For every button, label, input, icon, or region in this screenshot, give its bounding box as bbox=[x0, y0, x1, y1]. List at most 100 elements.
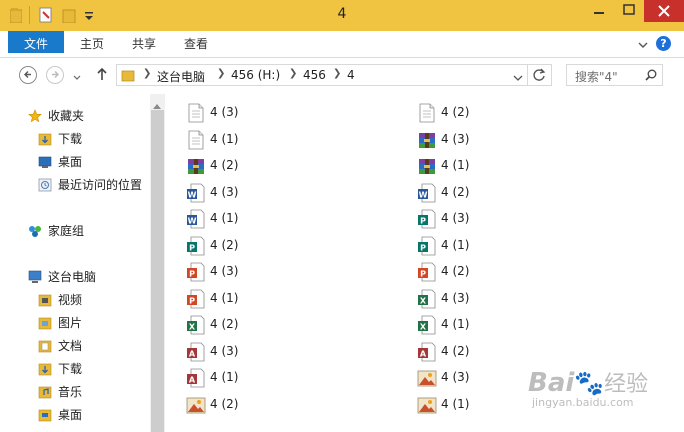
file-item[interactable]: P 4 (2) bbox=[417, 261, 537, 283]
nav-label: 视频 bbox=[58, 293, 83, 307]
watermark-brand: Bai bbox=[528, 368, 575, 398]
file-item[interactable]: 4 (2) bbox=[417, 102, 537, 124]
ribbon-tabs: 文件 主页 共享 查看 ? bbox=[0, 31, 684, 58]
nav-label: 这台电脑 bbox=[48, 270, 97, 284]
breadcrumb-separator-icon: ❯ bbox=[217, 68, 226, 79]
file-item[interactable]: W 4 (2) bbox=[417, 182, 537, 204]
svg-text:W: W bbox=[419, 190, 428, 199]
svg-text:X: X bbox=[189, 323, 196, 332]
navigation-pane: 收藏夹 下载 桌面 最近访问的位置 家庭组 这台电脑 视频 图片 文档 下载 音… bbox=[0, 94, 150, 432]
svg-text:P: P bbox=[420, 270, 426, 279]
file-item[interactable]: 4 (1) bbox=[417, 394, 537, 416]
file-name: 4 (3) bbox=[210, 264, 239, 278]
folder-icon bbox=[121, 68, 135, 85]
file-item[interactable]: 4 (3) bbox=[417, 367, 537, 389]
file-item[interactable]: A 4 (3) bbox=[186, 341, 306, 363]
breadcrumb-drive[interactable]: 456 (H:) bbox=[231, 68, 280, 82]
watermark-url: jingyan.baidu.com bbox=[532, 396, 634, 409]
file-item[interactable]: X 4 (2) bbox=[186, 314, 306, 336]
file-item[interactable]: P 4 (3) bbox=[417, 208, 537, 230]
refresh-icon bbox=[533, 68, 546, 81]
excel-doc-icon: X bbox=[186, 315, 206, 335]
up-button[interactable] bbox=[96, 67, 108, 84]
excel-doc-icon: X bbox=[417, 289, 437, 309]
file-name: 4 (2) bbox=[441, 105, 470, 119]
tab-file[interactable]: 文件 bbox=[8, 31, 64, 53]
downloads-folder-icon bbox=[38, 362, 52, 376]
text-file-icon bbox=[417, 103, 437, 123]
search-box[interactable]: 搜索"4" bbox=[566, 64, 663, 86]
file-item[interactable]: 4 (2) bbox=[186, 394, 306, 416]
file-name: 4 (3) bbox=[441, 131, 470, 146]
image-file-icon bbox=[417, 368, 437, 388]
paw-icon: 🐾 bbox=[574, 369, 605, 397]
file-name: 4 (3) bbox=[210, 105, 239, 119]
up-arrow-icon bbox=[97, 67, 107, 80]
desktop-icon bbox=[38, 155, 52, 169]
excel-doc-icon: X bbox=[417, 315, 437, 335]
file-item[interactable]: P 4 (1) bbox=[186, 288, 306, 310]
close-button[interactable] bbox=[644, 0, 684, 22]
tab-home[interactable]: 主页 bbox=[70, 31, 114, 57]
file-item[interactable]: A 4 (2) bbox=[417, 341, 537, 363]
powerpoint-doc-icon: P bbox=[186, 289, 206, 309]
file-item[interactable]: W 4 (1) bbox=[186, 208, 306, 230]
powerpoint-doc-icon: P bbox=[417, 262, 437, 282]
search-placeholder: 搜索"4" bbox=[575, 70, 618, 84]
nav-pane-scrollbar[interactable] bbox=[150, 94, 165, 432]
title-bar: 4 bbox=[0, 0, 684, 31]
svg-text:A: A bbox=[189, 349, 196, 358]
tab-share[interactable]: 共享 bbox=[122, 31, 166, 57]
breadcrumb-this-pc[interactable]: 这台电脑 bbox=[157, 68, 205, 85]
text-file-icon bbox=[186, 103, 206, 123]
minimize-button[interactable] bbox=[584, 0, 614, 22]
file-item[interactable]: 4 (1) bbox=[186, 129, 306, 151]
nav-label: 图片 bbox=[58, 316, 83, 330]
scrollbar-thumb[interactable] bbox=[151, 110, 164, 432]
nav-label: 下载 bbox=[58, 362, 83, 376]
breadcrumb-folder-456[interactable]: 456 bbox=[303, 68, 326, 82]
file-name: 4 (2) bbox=[441, 184, 470, 199]
file-item[interactable]: 4 (3) bbox=[186, 102, 306, 124]
file-item[interactable]: 4 (3) bbox=[417, 129, 537, 151]
forward-button[interactable] bbox=[46, 66, 64, 84]
desktop-folder-icon bbox=[38, 408, 52, 422]
ribbon-expand-icon[interactable] bbox=[638, 39, 648, 53]
back-button[interactable] bbox=[19, 66, 37, 84]
maximize-button[interactable] bbox=[614, 0, 644, 22]
svg-text:P: P bbox=[420, 217, 426, 226]
recent-locations-icon[interactable] bbox=[73, 71, 81, 85]
svg-text:P: P bbox=[189, 270, 195, 279]
file-item[interactable]: 4 (1) bbox=[417, 155, 537, 177]
nav-label: 文档 bbox=[58, 339, 83, 353]
watermark: Bai🐾经验 jingyan.baidu.com bbox=[528, 366, 648, 409]
address-dropdown-icon[interactable] bbox=[513, 71, 523, 85]
file-item[interactable]: P 4 (2) bbox=[186, 235, 306, 257]
publisher-doc-icon: P bbox=[186, 236, 206, 256]
svg-text:W: W bbox=[188, 217, 197, 226]
breadcrumb-folder-4[interactable]: 4 bbox=[347, 68, 355, 82]
address-bar[interactable]: ❯ 这台电脑 ❯ 456 (H:) ❯ 456 ❯ 4 bbox=[116, 64, 528, 86]
file-name: 4 (2) bbox=[210, 396, 239, 411]
file-item[interactable]: X 4 (3) bbox=[417, 288, 537, 310]
publisher-doc-icon: P bbox=[417, 236, 437, 256]
file-item[interactable]: P 4 (3) bbox=[186, 261, 306, 283]
file-item[interactable]: 4 (2) bbox=[186, 155, 306, 177]
svg-text:X: X bbox=[420, 296, 427, 305]
file-name: 4 (2) bbox=[210, 317, 239, 331]
help-icon[interactable]: ? bbox=[656, 36, 671, 51]
file-item[interactable]: X 4 (1) bbox=[417, 314, 537, 336]
breadcrumb-separator-icon: ❯ bbox=[333, 68, 342, 79]
breadcrumb-separator-icon: ❯ bbox=[143, 68, 152, 79]
file-item[interactable]: P 4 (1) bbox=[417, 235, 537, 257]
back-arrow-icon bbox=[23, 71, 31, 78]
refresh-button[interactable] bbox=[528, 64, 552, 86]
winrar-archive-icon bbox=[186, 156, 206, 176]
recent-places-icon bbox=[38, 178, 52, 192]
downloads-folder-icon bbox=[38, 132, 52, 146]
tab-view[interactable]: 查看 bbox=[174, 31, 218, 57]
file-item[interactable]: W 4 (3) bbox=[186, 182, 306, 204]
file-item[interactable]: A 4 (1) bbox=[186, 367, 306, 389]
svg-text:P: P bbox=[189, 243, 195, 252]
nav-label: 桌面 bbox=[58, 408, 83, 422]
